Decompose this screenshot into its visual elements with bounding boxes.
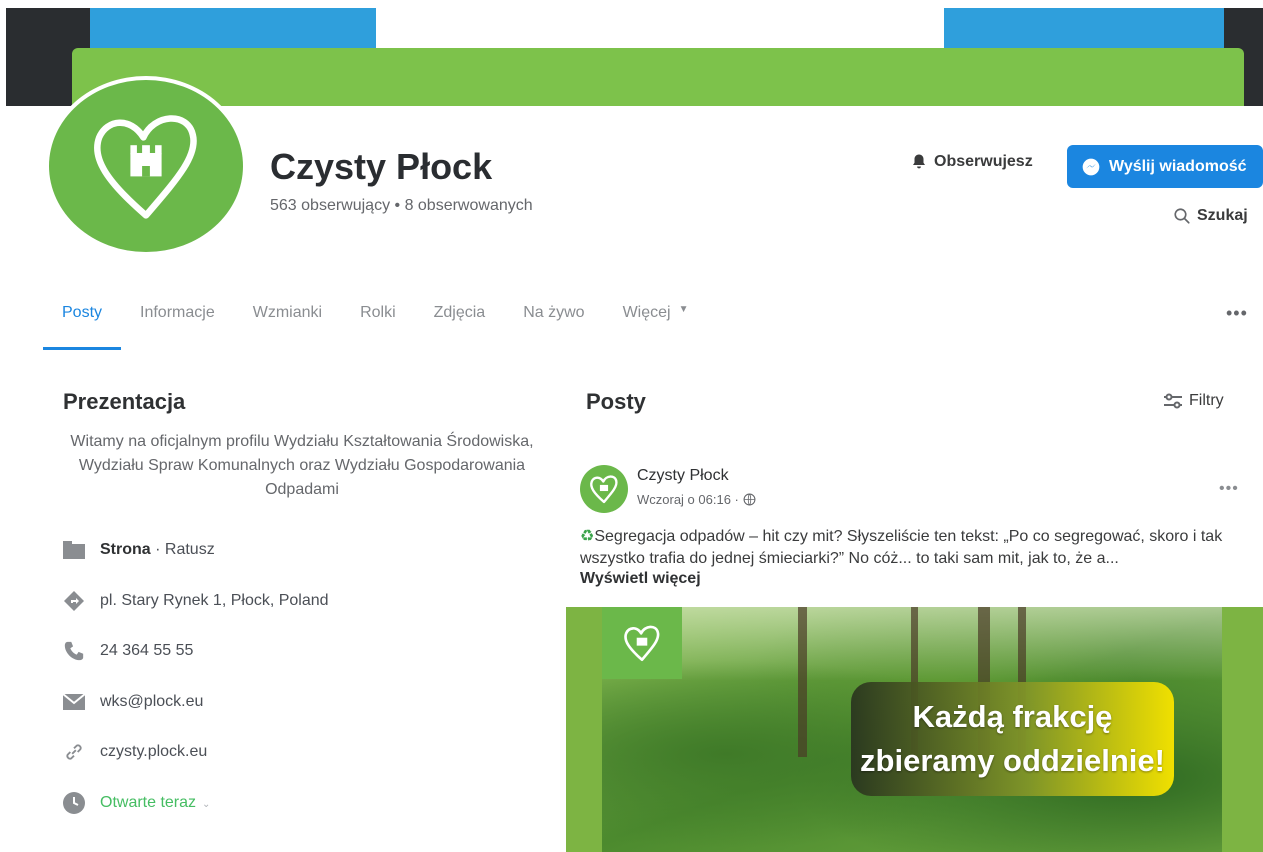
tab-label: Na żywo (523, 304, 585, 321)
filters-label: Filtry (1189, 392, 1224, 409)
link-icon (62, 740, 86, 764)
tab-mentions[interactable]: Wzmianki (234, 296, 341, 350)
tab-photos[interactable]: Zdjęcia (415, 296, 505, 350)
cover-white-gap (376, 8, 948, 52)
page-icon (62, 538, 86, 562)
phone-text: 24 364 55 55 (100, 642, 194, 659)
page-tabs: Posty Informacje Wzmianki Rolki Zdjęcia … (43, 296, 707, 350)
recycle-icon: ♻ (580, 528, 595, 545)
tab-live[interactable]: Na żywo (504, 296, 603, 350)
following-button-label: Obserwujesz (934, 153, 1033, 170)
filters-icon (1164, 393, 1182, 409)
phone-icon (62, 639, 86, 663)
profile-avatar[interactable] (45, 76, 247, 256)
post-text: ♻Segregacja odpadów – hit czy mit? Słysz… (580, 526, 1250, 570)
heart-logo-icon (94, 115, 197, 219)
page-type-label: Strona (100, 541, 151, 558)
location-icon (62, 589, 86, 613)
more-options-icon[interactable]: ••• (1226, 303, 1248, 324)
image-banner: Każdą frakcję zbieramy oddzielnie! (851, 682, 1174, 796)
image-logo (602, 607, 682, 679)
send-message-label: Wyślij wiadomość (1109, 157, 1247, 175)
tree-trunk (798, 607, 807, 757)
info-page-type: Strona · Ratusz (62, 538, 215, 562)
tab-label: Więcej (622, 304, 671, 321)
tab-label: Posty (62, 304, 103, 321)
search-button[interactable]: Szukaj (1173, 207, 1248, 225)
post-image[interactable]: Każdą frakcję zbieramy oddzielnie! (566, 607, 1263, 852)
cover-blue-right (944, 8, 1224, 48)
posts-title: Posty (586, 389, 646, 414)
post-timestamp[interactable]: Wczoraj o 06:16 · (637, 492, 756, 507)
post-author-avatar[interactable] (580, 465, 628, 513)
post-body: Segregacja odpadów – hit czy mit? Słysze… (580, 528, 1223, 567)
tab-about[interactable]: Informacje (121, 296, 234, 350)
banner-line-2: zbieramy oddzielnie! (860, 743, 1165, 778)
tab-posts[interactable]: Posty (43, 296, 122, 350)
globe-icon (743, 493, 756, 506)
see-more-link[interactable]: Wyświetl więcej (580, 570, 701, 588)
tab-more[interactable]: Więcej ▼ (604, 296, 708, 350)
page-title: Czysty Płock (270, 146, 493, 187)
address-text: pl. Stary Rynek 1, Płock, Poland (100, 592, 329, 609)
cover-green-band (72, 48, 1244, 106)
info-phone[interactable]: 24 364 55 55 (62, 639, 193, 663)
tab-label: Zdjęcia (433, 304, 486, 321)
post-options-icon[interactable]: ••• (1219, 480, 1239, 498)
intro-title: Prezentacja (63, 389, 186, 414)
post-time-text: Wczoraj o 06:16 · (637, 492, 739, 507)
info-hours[interactable]: Otwarte teraz ⌄ (62, 791, 210, 815)
info-email[interactable]: wks@plock.eu (62, 690, 203, 714)
website-text: czysty.plock.eu (100, 743, 208, 760)
info-website[interactable]: czysty.plock.eu (62, 740, 207, 764)
info-address[interactable]: pl. Stary Rynek 1, Płock, Poland (62, 589, 329, 613)
tab-reels[interactable]: Rolki (341, 296, 415, 350)
post-author-name[interactable]: Czysty Płock (637, 467, 729, 485)
chevron-down-icon: ⌄ (202, 799, 211, 810)
hours-text: Otwarte teraz (100, 794, 197, 811)
send-message-button[interactable]: Wyślij wiadomość (1067, 145, 1263, 188)
page-type-value: · Ratusz (155, 541, 215, 558)
tab-label: Wzmianki (252, 304, 323, 321)
follower-stats[interactable]: 563 obserwujący • 8 obserwowanych (270, 197, 533, 215)
caret-down-icon: ▼ (678, 304, 689, 315)
tab-label: Informacje (140, 304, 215, 321)
search-label: Szukaj (1197, 207, 1248, 224)
intro-text: Witamy na oficjalnym profilu Wydziału Ks… (70, 433, 534, 498)
heart-logo-icon (624, 625, 660, 662)
messenger-icon (1082, 158, 1100, 175)
search-icon (1174, 208, 1190, 224)
clock-icon (62, 791, 86, 815)
heart-logo-icon (590, 475, 618, 504)
filters-button[interactable]: Filtry (1163, 392, 1224, 410)
following-button[interactable]: Obserwujesz (910, 153, 1033, 171)
email-text: wks@plock.eu (100, 693, 204, 710)
cover-blue-left (90, 8, 376, 48)
tab-label: Rolki (360, 304, 396, 321)
banner-line-1: Każdą frakcję (912, 699, 1113, 734)
bell-icon (913, 154, 925, 169)
email-icon (62, 690, 86, 714)
